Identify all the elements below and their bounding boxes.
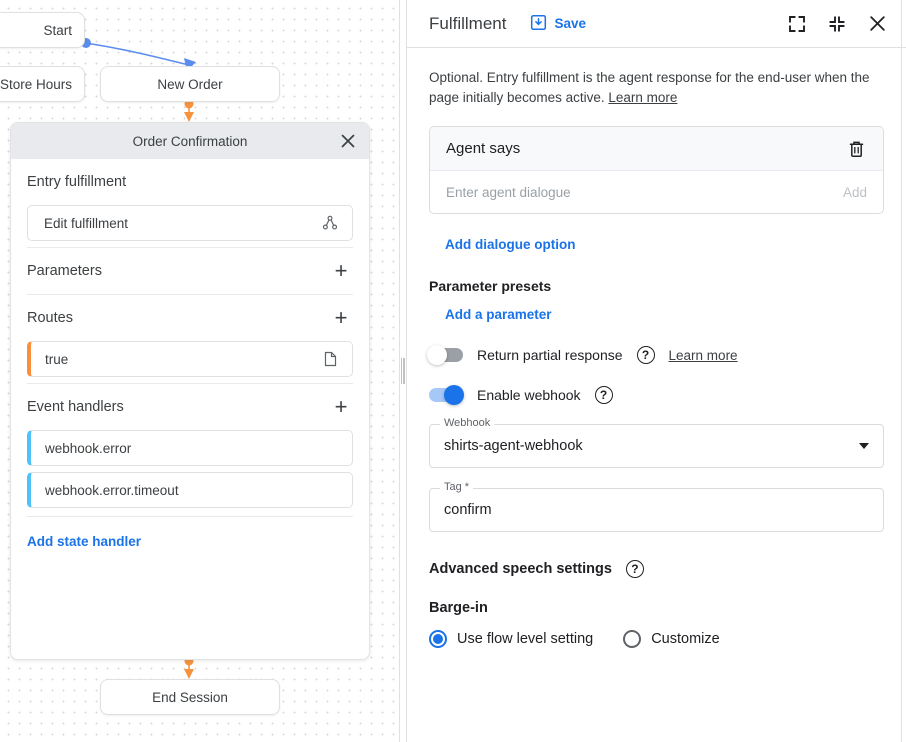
panel-header-actions (786, 13, 888, 35)
route-row-label: true (45, 352, 320, 367)
barge-in-title: Barge-in (429, 600, 884, 616)
section-event-handlers-header: Event handlers + (27, 384, 353, 430)
return-partial-response-toggle[interactable] (429, 348, 463, 362)
trash-icon[interactable] (845, 138, 867, 160)
learn-more-link[interactable]: Learn more (608, 90, 677, 105)
agent-says-card: Agent says Add (429, 126, 884, 214)
section-routes: Routes + true (11, 295, 369, 377)
barge-in-radio-group: Use flow level setting Customize (429, 630, 884, 648)
section-entry-fulfillment-header: Entry fulfillment (27, 159, 353, 205)
tag-field-value: confirm (444, 502, 869, 518)
advanced-speech-settings-title: Advanced speech settings (429, 561, 612, 577)
agent-says-input-row: Add (430, 171, 883, 213)
page-title: Fulfillment (429, 14, 506, 34)
section-event-handlers-title: Event handlers (27, 399, 124, 415)
fulfillment-panel-body: Optional. Entry fulfillment is the agent… (407, 48, 906, 742)
barge-in-option-label: Use flow level setting (457, 631, 593, 647)
event-handler-label: webhook.error (45, 441, 340, 456)
flow-node-store-hours-label: Store Hours (0, 77, 84, 92)
flow-node-new-order-label: New Order (157, 77, 222, 92)
event-handler-row[interactable]: webhook.error.timeout (27, 472, 353, 508)
save-icon (530, 14, 547, 34)
panel-right-rule (901, 0, 902, 742)
agent-says-header: Agent says (430, 127, 883, 171)
section-routes-title: Routes (27, 310, 73, 326)
tag-field-label: Tag * (440, 481, 473, 493)
panel-description: Optional. Entry fulfillment is the agent… (429, 68, 881, 108)
return-partial-response-label: Return partial response (477, 347, 623, 363)
barge-in-option-customize[interactable]: Customize (623, 630, 720, 648)
fullscreen-collapse-icon[interactable] (826, 13, 848, 35)
add-route-plus-icon[interactable]: + (329, 306, 353, 330)
page-icon (320, 349, 340, 369)
page-detail-card: Order Confirmation Entry fulfillment Edi… (10, 122, 370, 660)
edit-fulfillment-row[interactable]: Edit fulfillment (27, 205, 353, 241)
flow-node-store-hours[interactable]: Store Hours (0, 66, 85, 102)
add-state-handler-link[interactable]: Add state handler (27, 534, 141, 549)
toggle-knob (444, 385, 464, 405)
add-event-handler-plus-icon[interactable]: + (329, 395, 353, 419)
save-button-label: Save (554, 16, 586, 31)
section-entry-fulfillment-title: Entry fulfillment (27, 174, 126, 190)
edit-fulfillment-label: Edit fulfillment (44, 216, 320, 231)
tag-field: Tag * confirm (429, 488, 884, 532)
close-icon[interactable] (337, 130, 359, 152)
close-icon[interactable] (866, 13, 888, 35)
event-handler-label: webhook.error.timeout (45, 483, 340, 498)
add-state-handler-wrap: Add state handler (11, 517, 369, 551)
section-parameters-header: Parameters + (27, 248, 353, 294)
page-detail-header: Order Confirmation (11, 123, 369, 159)
help-circle-icon[interactable]: ? (595, 386, 613, 404)
help-circle-icon[interactable]: ? (637, 346, 655, 364)
flow-canvas[interactable]: Start Store Hours New Order End Session … (0, 0, 399, 742)
app-root: Start Store Hours New Order End Session … (0, 0, 906, 742)
route-row[interactable]: true (27, 341, 353, 377)
fulfillment-panel-header: Fulfillment Save (407, 0, 906, 48)
enable-webhook-row: Enable webhook ? (429, 386, 884, 404)
resize-grip-icon (401, 358, 405, 384)
fulfillment-panel: Fulfillment Save (407, 0, 906, 742)
fork-branch-icon (320, 213, 340, 233)
page-detail-title: Order Confirmation (133, 134, 248, 149)
help-circle-icon[interactable]: ? (626, 560, 644, 578)
toggle-knob (427, 345, 447, 365)
event-handler-row[interactable]: webhook.error (27, 430, 353, 466)
radio-button[interactable] (429, 630, 447, 648)
webhook-field-label: Webhook (440, 417, 494, 429)
webhook-field: Webhook shirts-agent-webhook (429, 424, 884, 468)
flow-node-end-session[interactable]: End Session (100, 679, 280, 715)
tag-input-wrap[interactable]: confirm (429, 488, 884, 532)
save-button[interactable]: Save (530, 14, 586, 34)
section-routes-header: Routes + (27, 295, 353, 341)
return-partial-response-row: Return partial response ? Learn more (429, 346, 884, 364)
add-parameter-plus-icon[interactable]: + (329, 259, 353, 283)
enable-webhook-label: Enable webhook (477, 387, 581, 403)
agent-says-title: Agent says (446, 140, 520, 157)
enable-webhook-toggle[interactable] (429, 388, 463, 402)
add-a-parameter-link[interactable]: Add a parameter (445, 307, 552, 322)
agent-dialogue-input[interactable] (446, 185, 843, 200)
add-dialogue-button[interactable]: Add (843, 185, 867, 200)
barge-in-option-label: Customize (651, 631, 720, 647)
fullscreen-expand-icon[interactable] (786, 13, 808, 35)
radio-button[interactable] (623, 630, 641, 648)
section-entry-fulfillment: Entry fulfillment Edit fulfillment (11, 159, 369, 241)
return-partial-response-learn-more-link[interactable]: Learn more (669, 348, 738, 363)
flow-node-start[interactable]: Start (0, 12, 85, 48)
advanced-speech-settings-row: Advanced speech settings ? (429, 560, 884, 578)
section-parameters: Parameters + (11, 248, 369, 294)
flow-node-end-session-label: End Session (152, 690, 228, 705)
add-dialogue-option-link[interactable]: Add dialogue option (445, 237, 575, 252)
section-event-handlers: Event handlers + webhook.error webhook.e… (11, 384, 369, 508)
chevron-down-icon[interactable] (859, 443, 869, 449)
barge-in-option-use-flow-level-setting[interactable]: Use flow level setting (429, 630, 593, 648)
panel-resize-handle[interactable] (399, 0, 407, 742)
section-parameters-title: Parameters (27, 263, 102, 279)
parameter-presets-title: Parameter presets (429, 278, 884, 294)
flow-node-new-order[interactable]: New Order (100, 66, 280, 102)
flow-node-start-label: Start (0, 23, 84, 38)
webhook-select[interactable]: shirts-agent-webhook (429, 424, 884, 468)
page-detail-body: Entry fulfillment Edit fulfillment (11, 159, 369, 659)
webhook-field-value: shirts-agent-webhook (444, 438, 859, 454)
